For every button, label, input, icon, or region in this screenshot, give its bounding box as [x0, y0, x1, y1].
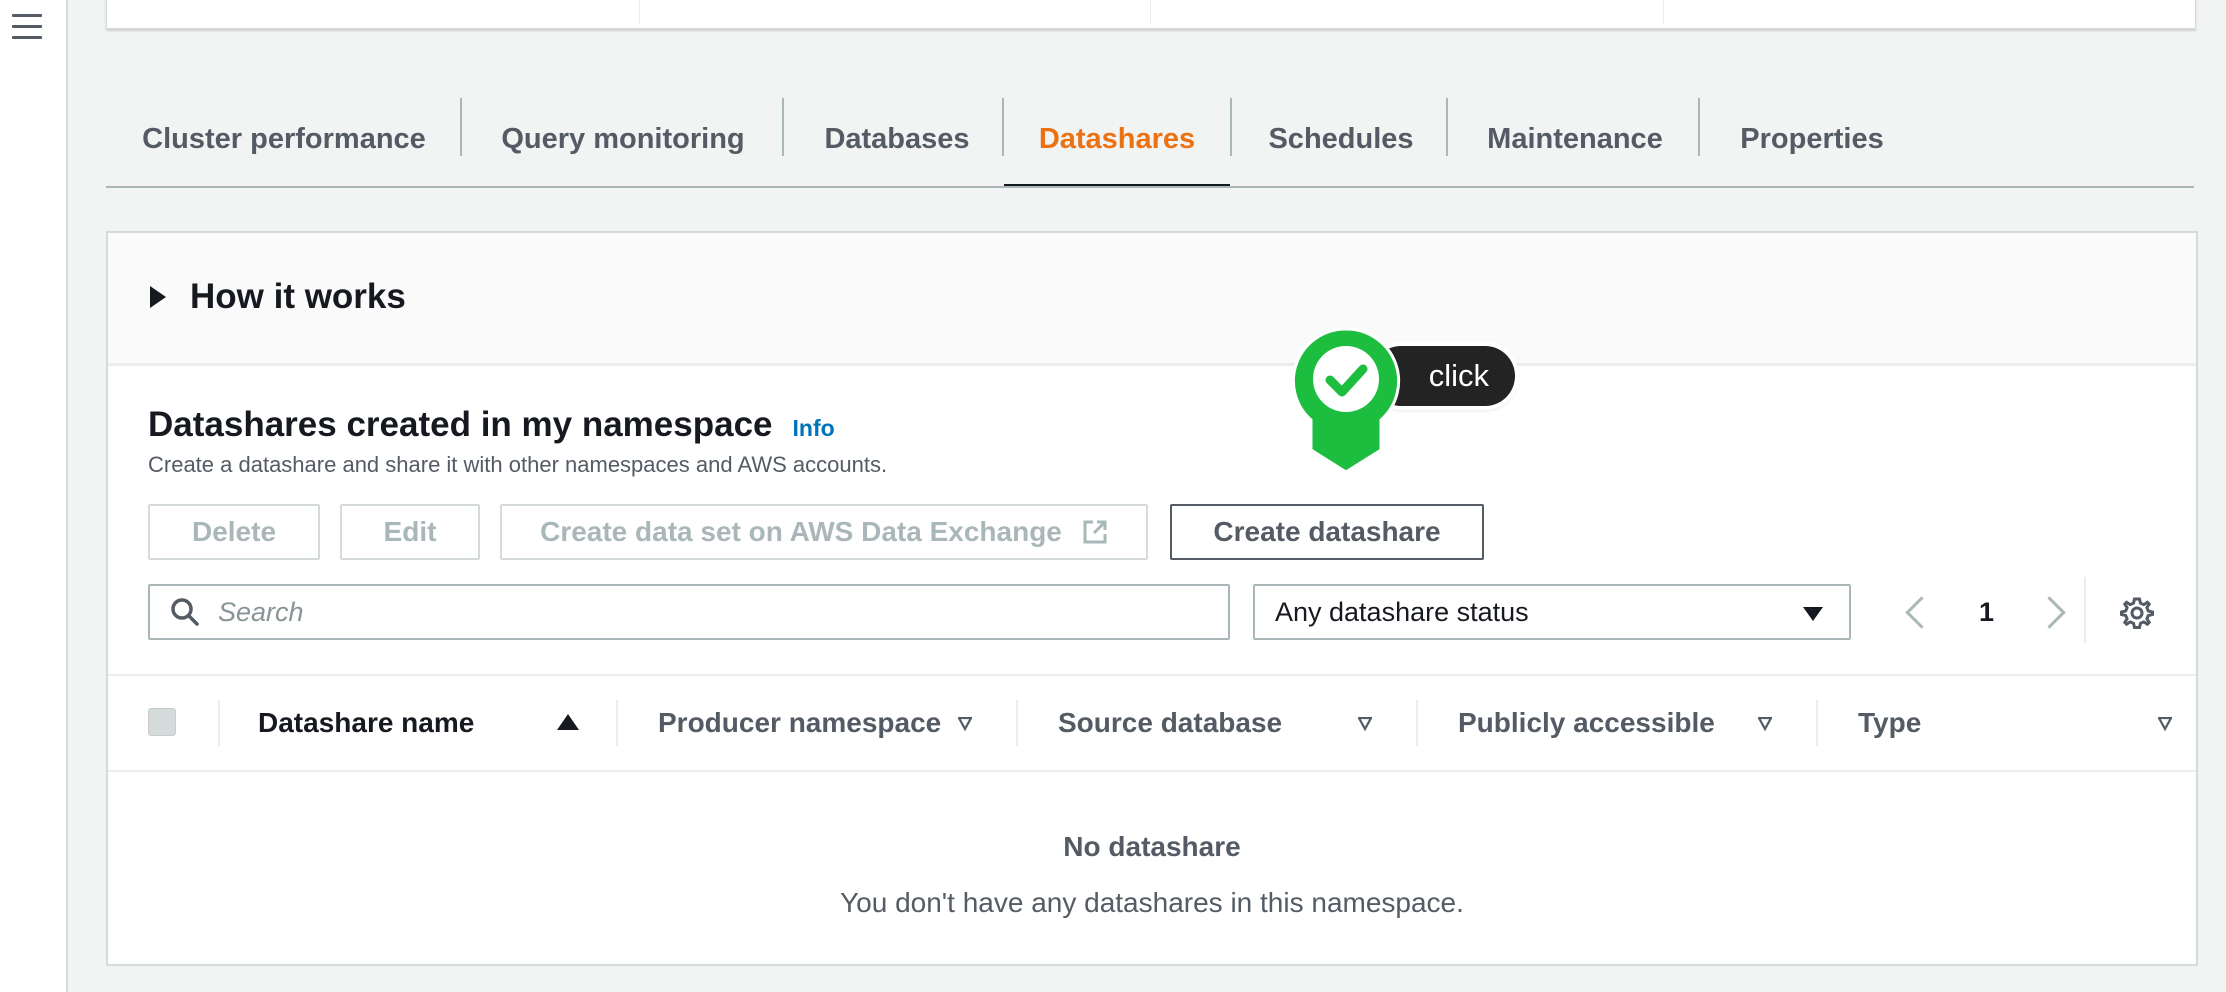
sort-descending-icon[interactable] [1358, 717, 1372, 731]
tab-query-monitoring[interactable]: Query monitoring [462, 92, 784, 186]
page-number[interactable]: 1 [1979, 597, 1994, 628]
datashares-panel: How it works Datashares created in my na… [106, 231, 2198, 966]
column-producer-namespace[interactable]: Producer namespace [658, 676, 941, 770]
create-data-set-label: Create data set on AWS Data Exchange [540, 516, 1062, 547]
side-navigation-rail [0, 0, 68, 992]
create-datashare-label: Create datashare [1213, 516, 1441, 547]
sort-descending-icon[interactable] [2158, 717, 2172, 731]
click-annotation: click [1291, 326, 1517, 476]
caret-right-icon [150, 286, 166, 308]
datashare-status-select[interactable]: Any datashare status [1253, 584, 1851, 640]
section-description: Create a datashare and share it with oth… [148, 452, 888, 477]
tab-properties[interactable]: Properties [1700, 92, 1924, 186]
search-field[interactable] [148, 584, 1230, 640]
caret-down-icon [1803, 607, 1823, 621]
section-header: Datashares created in my namespace Info [148, 405, 835, 445]
tab-maintenance[interactable]: Maintenance [1448, 92, 1702, 186]
create-data-set-button[interactable]: Create data set on AWS Data Exchange [500, 504, 1148, 560]
how-it-works-title: How it works [190, 277, 406, 316]
column-divider [616, 700, 618, 746]
column-divider [1016, 700, 1018, 746]
select-all-checkbox[interactable] [148, 708, 176, 736]
previous-page-icon[interactable] [1905, 595, 1938, 629]
how-it-works-toggle[interactable]: How it works [150, 277, 406, 317]
column-divider [218, 700, 220, 746]
table-header: Datashare name Producer namespace Source… [108, 674, 2196, 772]
delete-button-label: Delete [191, 516, 277, 547]
card-divider [639, 0, 640, 24]
empty-state-title: No datashare [1063, 831, 1241, 862]
column-type[interactable]: Type [1858, 676, 1921, 770]
status-select-value: Any datashare status [1275, 596, 1529, 627]
external-link-icon [1083, 520, 1107, 544]
empty-state-description: You don't have any datashares in this na… [840, 887, 1464, 918]
create-datashare-button[interactable]: Create datashare [1170, 504, 1484, 560]
info-link[interactable]: Info [793, 415, 835, 442]
column-source-database[interactable]: Source database [1058, 676, 1282, 770]
sort-ascending-icon[interactable] [557, 714, 579, 730]
sort-descending-icon[interactable] [958, 717, 972, 731]
card-divider [1150, 0, 1151, 24]
cluster-tabs: Cluster performance Query monitoring Dat… [106, 92, 2194, 188]
tabs-baseline [106, 186, 2194, 188]
sort-descending-icon[interactable] [1758, 717, 1772, 731]
delete-button[interactable]: Delete [148, 504, 320, 560]
menu-icon[interactable] [12, 14, 42, 42]
search-icon [171, 598, 199, 626]
how-it-works-section: How it works [108, 233, 2196, 366]
next-page-icon[interactable] [2033, 595, 2066, 629]
edit-button[interactable]: Edit [340, 504, 480, 560]
column-divider [1416, 700, 1418, 746]
card-divider [1663, 0, 1664, 24]
tab-schedules[interactable]: Schedules [1232, 92, 1450, 186]
pagination-divider [2084, 577, 2086, 643]
tab-cluster-performance[interactable]: Cluster performance [106, 92, 462, 186]
search-input[interactable] [216, 595, 1200, 629]
column-datashare-name[interactable]: Datashare name [258, 676, 474, 770]
tab-datashares[interactable]: Datashares [1004, 92, 1230, 188]
column-divider [1816, 700, 1818, 746]
settings-gear-icon[interactable] [2120, 596, 2154, 630]
section-title: Datashares created in my namespace [148, 405, 773, 444]
checkmark-pin-icon [1291, 327, 1401, 474]
tab-databases[interactable]: Databases [784, 92, 1010, 186]
column-publicly-accessible[interactable]: Publicly accessible [1458, 676, 1715, 770]
summary-card [106, 0, 2196, 29]
edit-button-label: Edit [383, 516, 437, 547]
pagination: 1 [1900, 584, 2066, 640]
